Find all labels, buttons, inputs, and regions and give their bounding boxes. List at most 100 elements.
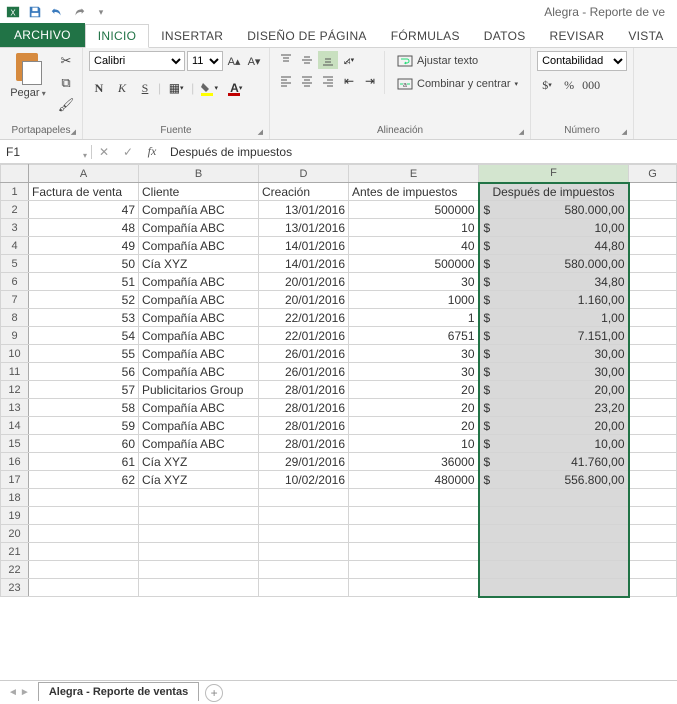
cell[interactable]: 59 — [29, 417, 139, 435]
align-center-button[interactable] — [297, 72, 317, 90]
row-header[interactable]: 15 — [1, 435, 29, 453]
format-painter-button[interactable]: 🖌 — [56, 95, 76, 115]
cell[interactable]: 56 — [29, 363, 139, 381]
cell[interactable]: 7.151,00 — [479, 327, 629, 345]
font-size-select[interactable]: 11 — [187, 51, 223, 71]
cell[interactable]: 1,00 — [479, 309, 629, 327]
cell[interactable]: 580.000,00 — [479, 201, 629, 219]
cell[interactable]: 22/01/2016 — [259, 327, 349, 345]
row-header[interactable]: 9 — [1, 327, 29, 345]
cell[interactable]: Cliente — [139, 183, 259, 201]
increase-font-button[interactable]: A▴ — [225, 52, 243, 70]
row-header[interactable]: 11 — [1, 363, 29, 381]
row-header[interactable]: 1 — [1, 183, 29, 201]
col-header-d[interactable]: D — [259, 165, 349, 183]
cell[interactable]: 36000 — [349, 453, 479, 471]
cell[interactable] — [29, 561, 139, 579]
tab-review[interactable]: REVISAR — [538, 25, 617, 47]
cell[interactable]: Factura de venta — [29, 183, 139, 201]
cell[interactable] — [29, 489, 139, 507]
row-header[interactable]: 23 — [1, 579, 29, 597]
cell[interactable]: Compañía ABC — [139, 399, 259, 417]
cell[interactable] — [259, 561, 349, 579]
cell[interactable]: Compañía ABC — [139, 363, 259, 381]
cell[interactable] — [259, 525, 349, 543]
cell[interactable] — [629, 453, 677, 471]
cell[interactable]: Compañía ABC — [139, 273, 259, 291]
row-header[interactable]: 5 — [1, 255, 29, 273]
cell[interactable]: 10 — [349, 435, 479, 453]
cell[interactable] — [629, 237, 677, 255]
cell[interactable] — [29, 543, 139, 561]
row-header[interactable]: 3 — [1, 219, 29, 237]
cell[interactable] — [479, 561, 629, 579]
cell[interactable]: Compañía ABC — [139, 237, 259, 255]
cell[interactable] — [629, 471, 677, 489]
cell[interactable] — [629, 543, 677, 561]
cell[interactable] — [349, 579, 479, 597]
cell[interactable]: Publicitarios Group — [139, 381, 259, 399]
underline-button[interactable]: S — [135, 78, 155, 98]
cell[interactable]: 30 — [349, 345, 479, 363]
wrap-text-button[interactable]: Ajustar texto — [391, 51, 524, 71]
cell[interactable] — [629, 381, 677, 399]
cell[interactable]: 500000 — [349, 255, 479, 273]
accounting-format-button[interactable]: $▾ — [537, 75, 557, 95]
sheet-nav-next-icon[interactable]: ► — [20, 687, 30, 698]
row-header[interactable]: 22 — [1, 561, 29, 579]
cell[interactable]: 20/01/2016 — [259, 273, 349, 291]
align-left-button[interactable] — [276, 72, 296, 90]
cut-button[interactable]: ✂ — [56, 51, 76, 71]
qat-customize-icon[interactable]: ▾ — [92, 3, 110, 21]
cell[interactable] — [139, 489, 259, 507]
cell[interactable]: 13/01/2016 — [259, 201, 349, 219]
percent-format-button[interactable]: % — [559, 75, 579, 95]
cell[interactable]: Antes de impuestos — [349, 183, 479, 201]
cell[interactable] — [259, 507, 349, 525]
tab-insert[interactable]: INSERTAR — [149, 25, 235, 47]
cell[interactable]: Creación — [259, 183, 349, 201]
cell[interactable]: 40 — [349, 237, 479, 255]
paste-button[interactable]: Pegar — [6, 51, 50, 99]
cell[interactable]: 28/01/2016 — [259, 435, 349, 453]
cell[interactable]: 580.000,00 — [479, 255, 629, 273]
cell[interactable]: 34,80 — [479, 273, 629, 291]
cell[interactable]: 30 — [349, 363, 479, 381]
cell[interactable]: 29/01/2016 — [259, 453, 349, 471]
cell[interactable]: 20 — [349, 381, 479, 399]
cell[interactable] — [479, 525, 629, 543]
row-header[interactable]: 19 — [1, 507, 29, 525]
cell[interactable]: 30,00 — [479, 363, 629, 381]
insert-function-button[interactable]: fx — [140, 141, 164, 163]
cell[interactable]: 28/01/2016 — [259, 381, 349, 399]
cell[interactable]: Cía XYZ — [139, 471, 259, 489]
decrease-font-button[interactable]: A▾ — [245, 52, 263, 70]
cell[interactable] — [629, 399, 677, 417]
cell[interactable]: 50 — [29, 255, 139, 273]
cell[interactable]: 23,20 — [479, 399, 629, 417]
cell[interactable]: 62 — [29, 471, 139, 489]
cell[interactable]: 10 — [349, 219, 479, 237]
cell[interactable] — [349, 525, 479, 543]
name-box[interactable]: F1 — [0, 145, 92, 159]
cell[interactable] — [259, 543, 349, 561]
cell[interactable]: 30 — [349, 273, 479, 291]
col-header-e[interactable]: E — [349, 165, 479, 183]
increase-indent-button[interactable]: ⇥ — [360, 72, 380, 90]
row-header[interactable]: 21 — [1, 543, 29, 561]
cell[interactable]: Compañía ABC — [139, 291, 259, 309]
cell[interactable]: 41.760,00 — [479, 453, 629, 471]
save-icon[interactable] — [26, 3, 44, 21]
cell[interactable]: Compañía ABC — [139, 201, 259, 219]
col-header-g[interactable]: G — [629, 165, 677, 183]
copy-button[interactable]: ⧉ — [56, 73, 76, 93]
redo-icon[interactable] — [70, 3, 88, 21]
italic-button[interactable]: K — [112, 78, 132, 98]
row-header[interactable]: 6 — [1, 273, 29, 291]
cell[interactable]: 20/01/2016 — [259, 291, 349, 309]
bold-button[interactable]: N — [89, 78, 109, 98]
cell[interactable]: Cía XYZ — [139, 453, 259, 471]
cell[interactable] — [629, 327, 677, 345]
orientation-button[interactable]: ⦯▾ — [339, 51, 359, 69]
row-header[interactable]: 14 — [1, 417, 29, 435]
